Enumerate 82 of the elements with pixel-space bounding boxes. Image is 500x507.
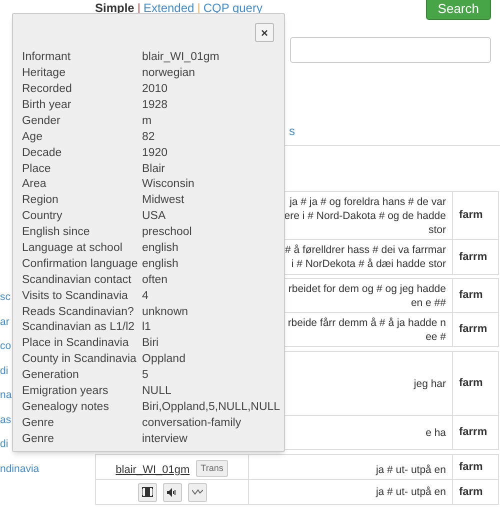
- match-word: farm: [459, 208, 483, 224]
- speaker-link[interactable]: blair_WI_01gm: [116, 463, 190, 477]
- field-value: Wisconsin: [142, 177, 194, 192]
- field-label: Informant: [22, 50, 72, 66]
- field-label: Reads Scandinavian?: [22, 304, 135, 320]
- field-label: Place: [22, 162, 52, 177]
- field-label: Genre: [22, 432, 55, 447]
- field-value: Biri: [142, 336, 159, 352]
- field-label: Age: [22, 130, 44, 145]
- field-value: unknown: [142, 304, 188, 320]
- waveform-button[interactable]: [188, 482, 206, 502]
- field-label: Emigration years: [22, 384, 110, 400]
- query-tab[interactable]: Extended: [143, 0, 194, 17]
- volume-icon: [167, 488, 177, 496]
- waveform-icon: [192, 489, 202, 495]
- field-value: NULL: [142, 384, 172, 400]
- context-text: ja # ja # og foreldra hans # de var ere i # Nord-Dakota # og de hadde stor: [284, 194, 446, 236]
- context-text: rbeidet for dem og # og jeg hadde en e ##: [288, 282, 446, 310]
- query-tab[interactable]: CQP query: [203, 0, 262, 17]
- match-word: farrm: [459, 425, 488, 440]
- video-icon: [142, 487, 152, 497]
- sidebar-link[interactable]: ndinavia: [0, 462, 95, 486]
- field-value: english: [142, 241, 178, 256]
- field-value: USA: [142, 209, 166, 224]
- field-value: blair_WI_01gm: [142, 50, 220, 66]
- field-label: Generation: [22, 368, 80, 384]
- field-value: l1: [142, 320, 151, 336]
- match-word: farm: [459, 460, 483, 475]
- field-label: English since: [22, 225, 91, 240]
- field-value: preschool: [142, 225, 192, 240]
- field-label: Heritage: [22, 66, 66, 82]
- field-value: Blair: [142, 162, 166, 177]
- context-text: ja # ut- utpå en: [376, 463, 446, 477]
- field-value: 82: [142, 130, 155, 145]
- field-label: Language at school: [22, 241, 124, 256]
- field-label: Visits to Scandinavia: [22, 288, 129, 304]
- field-value: 1928: [142, 98, 168, 113]
- query-tab[interactable]: Simple: [95, 0, 134, 17]
- match-word: farm: [459, 376, 483, 392]
- field-label: Confirmation language: [22, 256, 139, 272]
- field-value: often: [142, 272, 168, 288]
- field-value: Biri,Oppland,5,NULL,NULL: [142, 400, 280, 415]
- field-label: Scandinavian contact: [22, 272, 132, 288]
- field-value: 4: [142, 288, 148, 304]
- field-label: Country: [22, 209, 64, 224]
- field-value: 1920: [142, 146, 168, 161]
- trans-button[interactable]: Trans: [196, 460, 228, 477]
- context-text: jeg har: [414, 376, 446, 390]
- field-label: Scandinavian as L1/l2: [22, 320, 136, 336]
- field-label: Area: [22, 177, 48, 192]
- search-button[interactable]: Search: [426, 0, 491, 20]
- field-value: m: [142, 114, 152, 129]
- field-value: english: [142, 256, 178, 272]
- field-value: Oppland: [142, 352, 186, 368]
- field-value: interview: [142, 432, 188, 447]
- close-button[interactable]: ×: [255, 23, 274, 42]
- video-button[interactable]: [138, 482, 156, 502]
- field-label: Place in Scandinavia: [22, 336, 130, 352]
- match-word: farm: [459, 288, 483, 304]
- context-text: rbeide fårr demm å # å ja hadde n ee #: [288, 316, 446, 344]
- volume-button[interactable]: [162, 482, 182, 502]
- field-value: Midwest: [142, 193, 184, 208]
- field-label: Decade: [22, 146, 63, 161]
- field-label: County in Scandinavia: [22, 352, 138, 368]
- field-label: Gender: [22, 114, 62, 129]
- field-label: Genre: [22, 416, 55, 431]
- search-field[interactable]: [290, 37, 491, 63]
- context-text: ja # ut- utpå en: [376, 485, 446, 499]
- match-word: farrm: [459, 322, 488, 338]
- field-label: Genealogy notes: [22, 400, 110, 415]
- field-label: Birth year: [22, 98, 72, 113]
- context-text: # å førelldrer hass # dei va farrmar i # NorDekota # å dæi hadde stor: [284, 243, 446, 271]
- field-value: norwegian: [142, 66, 196, 82]
- field-value: conversation-family: [142, 416, 242, 431]
- match-word: farrm: [459, 250, 488, 265]
- field-label: Recorded: [22, 82, 73, 98]
- context-text: e ha: [426, 426, 446, 440]
- match-word: farm: [459, 484, 483, 500]
- field-value: 2010: [142, 82, 168, 98]
- link-text[interactable]: s: [289, 122, 295, 140]
- field-value: 5: [142, 368, 148, 384]
- field-label: Region: [22, 193, 60, 208]
